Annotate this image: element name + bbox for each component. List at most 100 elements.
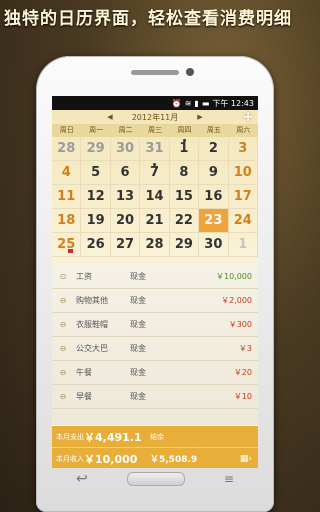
calendar-day[interactable]: 10	[228, 161, 258, 185]
amount-value: ￥300	[228, 320, 252, 329]
calendar-day[interactable]: 7	[140, 161, 170, 185]
phone-nav-bar: ↩ ≡	[52, 470, 258, 488]
list-item[interactable]: ⊖ 公交大巴 现金 ￥3	[52, 337, 258, 361]
calendar-grid: 28 29 30 31 1 2 3 4 5 6 7 8 9 10 11 12 1…	[52, 137, 258, 281]
calendar-day[interactable]: 8	[169, 161, 200, 185]
amount-value: ￥10,000	[216, 272, 252, 281]
battery-icon: ▬	[201, 98, 210, 108]
account-label: 现金	[130, 344, 146, 353]
account-label: 现金	[130, 272, 146, 281]
expense-summary: 本月支出 ￥4,491.1 结余	[52, 426, 258, 448]
list-item[interactable]: ⊖ 购物其他 现金 ￥2,000	[52, 289, 258, 313]
list-item[interactable]: ⊖ 午餐 现金 ￥20	[52, 361, 258, 385]
wifi-icon: ≋	[184, 98, 192, 108]
calendar: ◀ 2012年11月 ▶ + 周日 周一 周二 周三 周四 周五 周六 28 2…	[52, 109, 258, 281]
promo-headline: 独特的日历界面，轻松查看消费明细	[4, 9, 292, 29]
calendar-day[interactable]: 20	[110, 209, 141, 233]
list-item[interactable]: ⊖ 早餐 现金 ￥10	[52, 385, 258, 409]
calendar-day[interactable]: 3	[228, 137, 258, 161]
amount-value: ￥3	[238, 344, 252, 353]
account-label: 现金	[130, 392, 146, 401]
calendar-day[interactable]: 30	[199, 233, 229, 257]
list-item[interactable]: ⊙ 工资 现金 ￥10,000	[52, 265, 258, 289]
account-label: 现金	[130, 296, 146, 305]
list-item[interactable]: ⊖ 衣服鞋帽 现金 ￥300	[52, 313, 258, 337]
calendar-day[interactable]: 29	[81, 137, 111, 161]
income-summary: 本月收入 ￥10,000 ￥5,508.9 ▦›	[52, 448, 258, 468]
weekday-sat: 周六	[236, 126, 251, 134]
calendar-day[interactable]: 4	[52, 161, 82, 185]
weekday-wed: 周三	[147, 126, 162, 134]
balance-value: ￥5,508.9	[150, 455, 198, 465]
calendar-day[interactable]: 2	[199, 137, 229, 161]
calendar-day[interactable]: 28	[52, 137, 82, 161]
calendar-day[interactable]: 17	[228, 185, 258, 209]
income-value: ￥10,000	[84, 452, 138, 466]
expense-icon: ⊖	[59, 296, 67, 305]
weekday-header: 周日 周一 周二 周三 周四 周五 周六	[52, 124, 258, 137]
calendar-day[interactable]: 28	[140, 233, 170, 257]
weekday-sun: 周日	[59, 126, 74, 134]
calendar-day[interactable]: 19	[81, 209, 111, 233]
amount-value: ￥10	[233, 392, 252, 401]
weekday-tue: 周二	[118, 126, 133, 134]
category-label: 公交大巴	[76, 344, 108, 353]
calendar-day[interactable]: 1	[169, 137, 200, 161]
income-label: 本月收入	[56, 454, 84, 463]
account-label: 现金	[130, 368, 146, 377]
expense-icon: ⊖	[59, 320, 67, 329]
flag-icon	[68, 249, 73, 253]
calendar-day[interactable]: 30	[110, 137, 141, 161]
event-dot	[182, 139, 186, 142]
home-button[interactable]	[126, 472, 185, 486]
calendar-day[interactable]: 21	[140, 209, 170, 233]
alarm-icon: ⏰	[171, 98, 182, 108]
weekday-thu: 周四	[177, 126, 192, 134]
speaker-grille	[131, 70, 179, 75]
month-label: 2012年11月	[131, 112, 179, 122]
transaction-list: ⊙ 工资 现金 ￥10,000 ⊖ 购物其他 现金 ￥2,000 ⊖ 衣服鞋帽 …	[52, 265, 258, 425]
calendar-day[interactable]: 16	[199, 185, 229, 209]
calendar-day[interactable]: 22	[169, 209, 200, 233]
weekday-fri: 周五	[206, 126, 221, 134]
calendar-day[interactable]: 15	[169, 185, 200, 209]
calendar-day[interactable]: 12	[81, 185, 111, 209]
amount-value: ￥20	[233, 368, 252, 377]
expense-icon: ⊖	[59, 344, 67, 353]
calendar-day[interactable]: 9	[199, 161, 229, 185]
calendar-day[interactable]: 6	[110, 161, 141, 185]
expense-icon: ⊖	[59, 392, 67, 401]
calendar-day[interactable]: 27	[110, 233, 141, 257]
menu-icon[interactable]: ≡	[224, 472, 234, 486]
calendar-day[interactable]: 1	[228, 233, 258, 257]
income-icon: ⊙	[59, 272, 67, 281]
calendar-day[interactable]: 24	[228, 209, 258, 233]
calendar-menu-icon[interactable]: ▦›	[240, 454, 252, 464]
front-camera	[186, 68, 194, 76]
status-time: 下午 12:43	[212, 98, 254, 108]
calendar-day[interactable]: 25	[52, 233, 82, 257]
add-record-button[interactable]: +	[242, 109, 254, 125]
calendar-day[interactable]: 18	[52, 209, 82, 233]
app-screen: ⏰ ≋ ▮ ▬ 下午 12:43 ◀ 2012年11月 ▶ + 周日 周一 周二…	[52, 96, 258, 468]
calendar-day[interactable]: 14	[140, 185, 170, 209]
calendar-day[interactable]: 5	[81, 161, 111, 185]
calendar-day[interactable]: 13	[110, 185, 141, 209]
calendar-day[interactable]: 26	[81, 233, 111, 257]
calendar-day[interactable]: 31	[140, 137, 170, 161]
back-icon[interactable]: ↩	[76, 471, 88, 487]
calendar-day[interactable]: 11	[52, 185, 82, 209]
balance-label: 结余	[150, 432, 164, 441]
calendar-day-selected[interactable]: 23	[199, 209, 229, 233]
status-bar: ⏰ ≋ ▮ ▬ 下午 12:43	[52, 96, 258, 110]
signal-icon: ▮	[194, 98, 199, 108]
category-label: 工资	[76, 272, 92, 281]
prev-month-icon[interactable]: ◀	[100, 113, 120, 121]
day-number: 7	[149, 165, 160, 180]
calendar-day[interactable]: 29	[169, 233, 200, 257]
expense-label: 本月支出	[56, 432, 84, 441]
calendar-header: ◀ 2012年11月 ▶ +	[52, 109, 258, 125]
expense-value: ￥4,491.1	[84, 430, 142, 444]
next-month-icon[interactable]: ▶	[190, 113, 210, 121]
amount-value: ￥2,000	[221, 296, 252, 305]
